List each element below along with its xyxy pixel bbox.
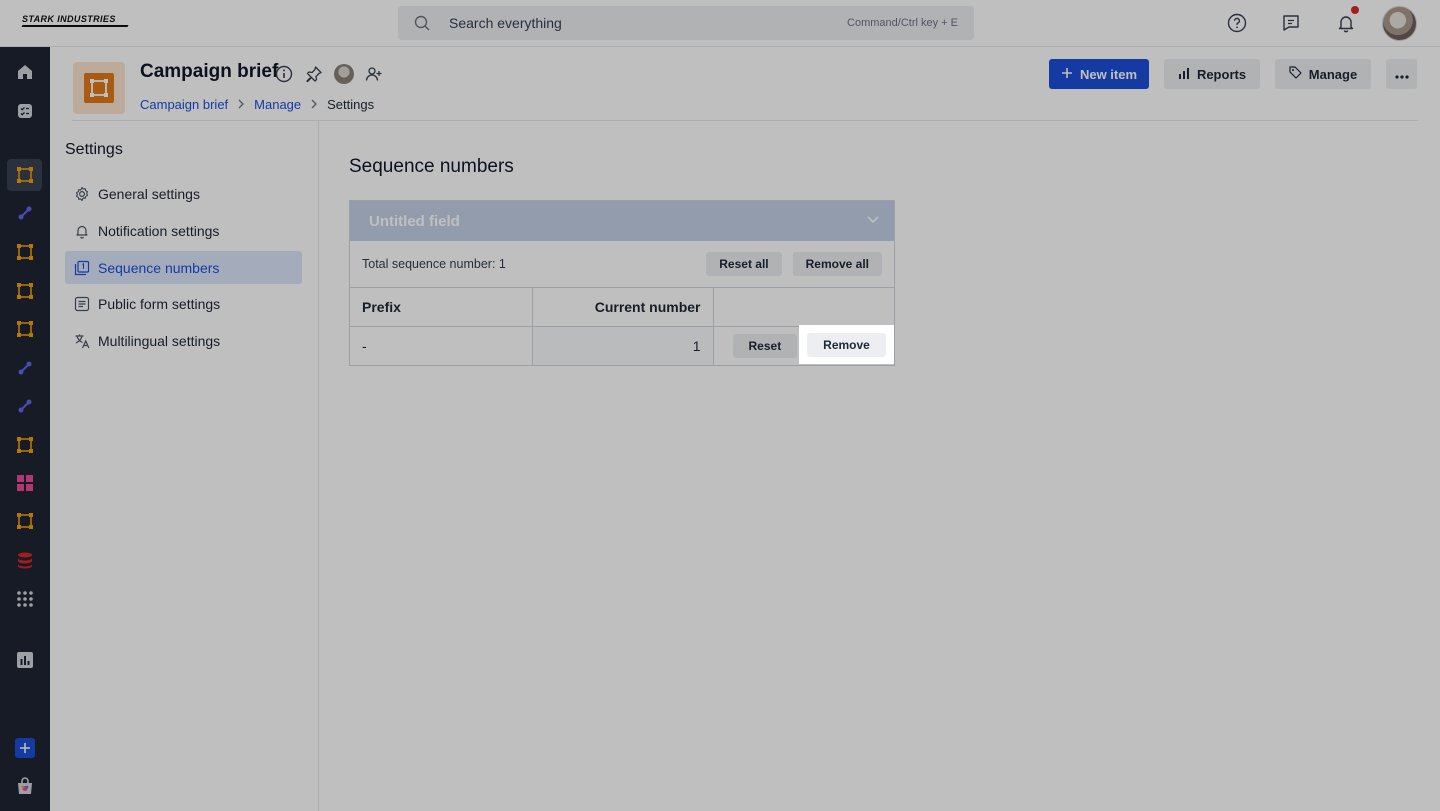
bell-icon	[74, 223, 90, 239]
new-item-label: New item	[1079, 66, 1138, 82]
top-bar: STARK INDUSTRIES Search everything Comma…	[0, 0, 1440, 47]
settings-item-notification[interactable]: Notification settings	[65, 214, 302, 247]
column-header-current-number: Current number	[532, 288, 714, 327]
manage-label: Manage	[1308, 66, 1358, 82]
page-title: Campaign brief	[140, 61, 279, 82]
reports-icon[interactable]	[7, 644, 42, 676]
form-icon	[74, 296, 90, 312]
owner-avatar[interactable]	[334, 64, 354, 84]
remove-all-button[interactable]: Remove all	[792, 252, 882, 276]
settings-item-label: Notification settings	[98, 222, 220, 239]
plus-icon	[1061, 67, 1073, 82]
sequence-icon	[74, 260, 90, 276]
dashboard-icon[interactable]	[7, 467, 42, 499]
table-header-row: Prefix Current number	[350, 288, 894, 327]
column-header-prefix: Prefix	[350, 288, 533, 327]
settings-item-sequence-numbers[interactable]: Sequence numbers	[65, 251, 302, 284]
workflow-icon[interactable]	[7, 197, 42, 229]
tag-icon	[1289, 66, 1302, 82]
workflow-icon[interactable]	[7, 390, 42, 422]
project-icon	[73, 62, 125, 114]
notifications-icon[interactable]	[1334, 11, 1358, 35]
column-header-actions	[713, 288, 894, 327]
brand-logo-underline	[21, 25, 129, 27]
settings-item-label: General settings	[98, 185, 200, 202]
pin-icon[interactable]	[304, 64, 324, 84]
settings-item-label: Multilingual settings	[98, 332, 221, 349]
total-sequence-label: Total sequence number: 1	[362, 257, 506, 271]
breadcrumb-settings: Settings	[327, 97, 375, 112]
workspace-icon[interactable]	[7, 505, 42, 537]
manage-button[interactable]: Manage	[1275, 59, 1371, 89]
sequence-summary-bar: Total sequence number: 1 Reset all Remov…	[350, 241, 894, 288]
new-item-button[interactable]: New item	[1049, 59, 1149, 89]
more-options-button[interactable]	[1386, 59, 1417, 89]
bar-chart-icon	[1178, 67, 1190, 82]
notification-badge	[1351, 6, 1359, 14]
create-plus-icon[interactable]	[7, 732, 42, 764]
reset-all-button[interactable]: Reset all	[706, 252, 782, 276]
brand-logo[interactable]: STARK INDUSTRIES	[22, 14, 116, 24]
marketplace-icon[interactable]	[7, 770, 42, 802]
workspace-icon-active[interactable]	[7, 159, 42, 191]
workflow-icon[interactable]	[7, 352, 42, 384]
info-icon[interactable]	[274, 64, 294, 84]
gear-icon	[74, 186, 90, 202]
current-number-cell[interactable]: 1	[532, 326, 714, 365]
add-member-icon[interactable]	[364, 64, 384, 84]
user-avatar[interactable]	[1382, 6, 1417, 41]
database-icon[interactable]	[7, 544, 42, 576]
settings-item-public-form[interactable]: Public form settings	[65, 287, 302, 320]
search-placeholder: Search everything	[449, 15, 562, 31]
remove-button[interactable]: Remove	[807, 332, 886, 357]
highlighted-remove-area: Remove	[799, 325, 894, 364]
breadcrumb: Campaign brief Manage Settings	[140, 97, 374, 112]
workspace-icon[interactable]	[7, 429, 42, 461]
chevron-right-icon	[237, 98, 245, 112]
messages-icon[interactable]	[1279, 11, 1303, 35]
more-horizontal-icon	[1394, 67, 1409, 82]
search-input[interactable]: Search everything Command/Ctrl key + E	[398, 6, 974, 40]
title-actions	[274, 64, 384, 84]
prefix-cell: -	[350, 326, 533, 365]
translate-icon	[74, 333, 90, 349]
apps-grid-icon[interactable]	[7, 583, 42, 615]
settings-item-label: Sequence numbers	[98, 259, 220, 276]
reports-button[interactable]: Reports	[1164, 59, 1260, 89]
field-accordion-header[interactable]: Untitled field	[350, 201, 894, 241]
settings-title: Settings	[65, 141, 123, 158]
workspace-icon[interactable]	[7, 313, 42, 345]
field-name: Untitled field	[369, 212, 460, 230]
settings-sidebar: Settings General settings Notification s…	[50, 121, 319, 811]
breadcrumb-project[interactable]: Campaign brief	[140, 97, 228, 112]
help-icon[interactable]	[1225, 11, 1249, 35]
reports-label: Reports	[1196, 66, 1247, 82]
search-icon	[414, 15, 430, 31]
home-icon[interactable]	[7, 56, 42, 88]
workspace-icon[interactable]	[7, 236, 42, 268]
settings-item-label: Public form settings	[98, 295, 221, 312]
app-rail	[0, 47, 50, 811]
settings-item-general[interactable]: General settings	[65, 177, 302, 210]
workspace-icon[interactable]	[7, 275, 42, 307]
main-content: Campaign brief Campaign brief Manage Set…	[50, 47, 1440, 811]
search-shortcut-hint: Command/Ctrl key + E	[847, 17, 958, 29]
breadcrumb-manage[interactable]: Manage	[254, 97, 301, 112]
chevron-down-icon[interactable]	[866, 212, 880, 230]
section-title: Sequence numbers	[349, 156, 514, 177]
chevron-right-icon	[310, 98, 318, 112]
settings-item-multilingual[interactable]: Multilingual settings	[65, 324, 302, 357]
reset-button[interactable]: Reset	[732, 333, 798, 358]
tasks-icon[interactable]	[7, 95, 42, 127]
